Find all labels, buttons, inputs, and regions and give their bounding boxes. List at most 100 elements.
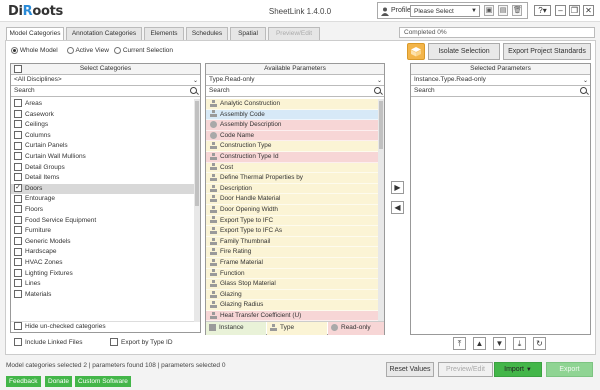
radio-whole-model[interactable]: Whole Model: [11, 47, 58, 54]
export-project-standards-button[interactable]: Export Project Standards: [503, 43, 591, 60]
parameter-item[interactable]: Glazing Radius: [206, 300, 378, 311]
tab-spatial[interactable]: Spatial: [230, 27, 266, 40]
category-item[interactable]: Entourage: [11, 194, 194, 205]
checkbox[interactable]: [14, 279, 22, 288]
category-item[interactable]: Curtain Wall Mullions: [11, 152, 194, 163]
parameter-item[interactable]: Analytic Construction: [206, 99, 378, 110]
help-button[interactable]: ?▾: [534, 5, 551, 16]
move-bottom-button[interactable]: ⤓: [513, 337, 526, 350]
parameter-item[interactable]: Assembly Description: [206, 120, 378, 131]
export-by-type-id-checkbox[interactable]: Export by Type ID: [107, 338, 173, 349]
close-button[interactable]: ✕: [583, 5, 594, 16]
move-top-button[interactable]: ⤒: [453, 337, 466, 350]
save-profile-icon[interactable]: ▣: [484, 5, 494, 16]
categories-search-input[interactable]: Search: [11, 86, 200, 97]
parameter-item[interactable]: Glazing: [206, 289, 378, 301]
category-item[interactable]: Curtain Panels: [11, 141, 194, 152]
parameter-item[interactable]: Fire Rating: [206, 247, 378, 258]
hide-unchecked-checkbox[interactable]: Hide un-checked categories: [11, 321, 194, 332]
checkbox[interactable]: [14, 194, 22, 203]
category-item[interactable]: ✓ Doors: [11, 183, 194, 195]
available-filter-select[interactable]: Type.Read-only ⌄: [206, 75, 384, 86]
donate-link[interactable]: Donate: [45, 376, 72, 387]
available-search-input[interactable]: Search: [206, 86, 384, 97]
tab-model-categories[interactable]: Model Categories: [6, 27, 64, 41]
category-item[interactable]: Lighting Fixtures: [11, 268, 194, 280]
checkbox[interactable]: [14, 268, 22, 277]
move-left-button[interactable]: ◀: [391, 201, 404, 214]
category-item[interactable]: Detail Groups: [11, 162, 194, 174]
category-item[interactable]: Detail Items: [11, 173, 194, 184]
category-item[interactable]: HVAC Zones: [11, 258, 194, 269]
checkbox[interactable]: [14, 162, 22, 171]
selected-search-input[interactable]: Search: [411, 86, 590, 97]
checkbox[interactable]: [14, 247, 22, 256]
checkbox[interactable]: [14, 131, 22, 140]
import-button[interactable]: Import ▼: [494, 362, 542, 377]
radio-current-selection[interactable]: Current Selection: [114, 47, 173, 54]
radio-active-view[interactable]: Active View: [67, 47, 109, 54]
refresh-button[interactable]: ↻: [533, 337, 546, 350]
profile-select[interactable]: Please Select ▼: [410, 5, 480, 17]
checkbox[interactable]: [14, 289, 22, 298]
category-item[interactable]: Materials: [11, 289, 194, 301]
move-down-button[interactable]: ▼: [493, 337, 506, 350]
save-icon[interactable]: ▤: [498, 5, 508, 16]
tab-elements[interactable]: Elements: [144, 27, 184, 40]
discipline-select[interactable]: <All Disciplines> ⌄: [11, 75, 200, 86]
tab-annotation-categories[interactable]: Annotation Categories: [66, 27, 142, 40]
delete-icon[interactable]: 🗑: [512, 5, 522, 16]
checkbox[interactable]: [14, 237, 22, 245]
categories-scrollbar[interactable]: [194, 99, 200, 322]
checkbox[interactable]: [14, 173, 22, 182]
select-style-button[interactable]: [407, 43, 425, 60]
checkbox[interactable]: [14, 141, 22, 150]
selected-filter-select[interactable]: Instance.Type.Read-only ⌄: [411, 75, 590, 86]
parameter-item[interactable]: Frame Material: [206, 257, 378, 269]
parameter-item[interactable]: Export Type to IFC As: [206, 226, 378, 237]
parameter-item[interactable]: Door Opening Width: [206, 204, 378, 216]
parameter-item[interactable]: Family Thumbnail: [206, 236, 378, 248]
feedback-link[interactable]: Feedback: [6, 376, 41, 387]
checkbox[interactable]: [14, 258, 22, 267]
parameter-item[interactable]: Define Thermal Properties by: [206, 173, 378, 184]
checkbox[interactable]: [14, 215, 22, 224]
parameter-item[interactable]: Glass Stop Material: [206, 279, 378, 290]
parameter-item[interactable]: Door Handle Material: [206, 194, 378, 205]
category-item[interactable]: Food Service Equipment: [11, 215, 194, 227]
category-item[interactable]: Areas: [11, 99, 194, 110]
category-item[interactable]: Lines: [11, 279, 194, 290]
move-up-button[interactable]: ▲: [473, 337, 486, 350]
parameter-item[interactable]: Description: [206, 183, 378, 195]
minimize-button[interactable]: –: [555, 5, 566, 16]
parameter-item[interactable]: Cost: [206, 162, 378, 174]
parameter-item[interactable]: Heat Transfer Coefficient (U): [206, 310, 378, 321]
checkbox[interactable]: [14, 120, 22, 129]
parameter-item[interactable]: Function: [206, 268, 378, 280]
custom-software-link[interactable]: Custom Software: [75, 376, 131, 387]
reset-values-button[interactable]: Reset Values: [386, 362, 434, 377]
parameter-item[interactable]: Export Type to IFC: [206, 215, 378, 227]
scroll-thumb[interactable]: [195, 101, 199, 206]
category-item[interactable]: Floors: [11, 205, 194, 216]
parameter-item[interactable]: Assembly Code: [206, 109, 378, 121]
move-right-button[interactable]: ▶: [391, 181, 404, 194]
maximize-button[interactable]: ❐: [569, 5, 580, 16]
checkbox[interactable]: [14, 99, 22, 108]
checkbox-checked[interactable]: ✓: [14, 184, 22, 193]
parameter-item[interactable]: Construction Type Id: [206, 151, 378, 163]
available-scrollbar[interactable]: [378, 99, 384, 321]
category-item[interactable]: Columns: [11, 131, 194, 142]
checkbox[interactable]: [14, 226, 22, 235]
include-linked-files-checkbox[interactable]: Include Linked Files: [11, 338, 82, 349]
checkbox[interactable]: [14, 205, 22, 214]
parameter-item[interactable]: Construction Type: [206, 141, 378, 152]
isolate-selection-button[interactable]: Isolate Selection: [428, 43, 500, 60]
checkbox[interactable]: [14, 152, 22, 161]
category-item[interactable]: Hardscape: [11, 247, 194, 258]
parameter-item[interactable]: Code Name: [206, 130, 378, 142]
category-item[interactable]: Casework: [11, 109, 194, 121]
tab-schedules[interactable]: Schedules: [186, 27, 228, 40]
category-item[interactable]: Furniture: [11, 226, 194, 237]
checkbox[interactable]: [14, 109, 22, 118]
